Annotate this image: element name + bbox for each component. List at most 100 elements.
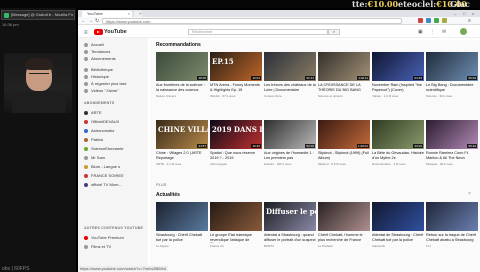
- youtube-logo-icon[interactable]: [94, 29, 103, 35]
- reload-icon[interactable]: ↻: [95, 18, 99, 24]
- video-title[interactable]: November Rain (Inspired "the Papercut") …: [372, 83, 424, 93]
- video-title[interactable]: Aux frontières de la science : la naissa…: [156, 83, 208, 93]
- maximize-icon[interactable]: □: [463, 11, 465, 16]
- upload-icon[interactable]: ▣: [418, 29, 423, 35]
- sidebar-item-history[interactable]: Historique: [84, 74, 109, 80]
- video-thumbnail[interactable]: 1:02:11: [318, 52, 370, 81]
- video-thumbnail[interactable]: 48:08: [156, 52, 208, 81]
- video-thumbnail[interactable]: 52:14: [264, 52, 316, 81]
- sidebar-sub-item[interactable]: Mr Sam: [84, 155, 105, 161]
- sidebar-sub-item[interactable]: officiel TV Mom...: [84, 182, 122, 188]
- video-thumbnail[interactable]: [426, 202, 478, 231]
- video-meta[interactable]: Science et univers: [318, 94, 370, 98]
- video-title[interactable]: Chérif Chekatt, l'homme le plus recherch…: [318, 233, 370, 243]
- video-thumbnail[interactable]: 05:34: [426, 120, 478, 149]
- video-thumbnail[interactable]: [210, 202, 262, 231]
- video-meta[interactable]: Slipknot · 8,6 M vues: [318, 162, 370, 166]
- show-more-link[interactable]: PLUS: [156, 182, 166, 187]
- sidebar-item-movies[interactable]: Films et TV: [84, 244, 111, 250]
- sidebar-item-liked[interactable]: Vidéos "J'aime": [84, 88, 119, 94]
- video-thumbnail[interactable]: [156, 202, 208, 231]
- sidebar-sub-item[interactable]: FRANCE SOIREE: [84, 173, 124, 179]
- video-meta[interactable]: BFMTV: [264, 244, 316, 248]
- close-window-icon[interactable]: ×: [472, 11, 474, 16]
- video-thumbnail[interactable]: 43:02: [372, 120, 424, 149]
- notifications-icon[interactable]: ✉: [442, 29, 446, 35]
- search-input[interactable]: Rechercher: [188, 29, 328, 35]
- extension-icon[interactable]: [418, 18, 423, 23]
- donation-ticker: tte:€10.00: [352, 0, 399, 9]
- sidebar-item-premium[interactable]: YouTube Premium: [84, 235, 124, 241]
- video-thumbnail[interactable]: [372, 202, 424, 231]
- video-meta[interactable]: France 24: [210, 244, 262, 248]
- video-thumbnail[interactable]: 1:00:01: [318, 120, 370, 149]
- sidebar-item-library[interactable]: Bibliothèque: [84, 67, 113, 73]
- video-meta[interactable]: Le Parisien: [318, 244, 370, 248]
- video-title[interactable]: Les trésors des châteaux de la Loire | D…: [264, 83, 316, 93]
- video-title[interactable]: Attentat à Strasbourg : quand diffuser l…: [264, 233, 316, 243]
- video-thumbnail[interactable]: EP.15 12:01: [210, 52, 262, 81]
- apps-icon[interactable]: ⋮: [430, 29, 435, 35]
- video-meta[interactable]: Le Figaro: [156, 244, 208, 248]
- sidebar-item-subscriptions[interactable]: Abonnements: [84, 56, 116, 62]
- video-thumbnail[interactable]: Diffuser le portrait ?: [264, 202, 316, 231]
- url-bar[interactable]: https://www.youtube.com: [102, 18, 402, 24]
- video-thumbnail[interactable]: [318, 202, 370, 231]
- video-meta[interactable]: Curieux Zone: [264, 94, 316, 98]
- video-duration: 1:00:01: [356, 144, 369, 148]
- video-meta[interactable]: Yahwe · 1,2 M vues: [372, 94, 424, 98]
- sidebar-sub-item[interactable]: ARTE: [84, 110, 102, 116]
- search-button[interactable]: ⌕: [328, 29, 340, 35]
- youtube-wordmark[interactable]: YouTube: [104, 29, 127, 35]
- sidebar-sub-item[interactable]: OfficielDEVAUX: [84, 119, 119, 125]
- video-title[interactable]: Slipknot - Slipknot (1999) (Full Album): [318, 151, 370, 161]
- sidebar-sub-item[interactable]: Astronomatiz: [84, 128, 114, 134]
- extension-icon[interactable]: [426, 18, 431, 23]
- video-title[interactable]: LA CROISSANCE DE LA THÉORIE DU BIG BANG: [318, 83, 370, 93]
- hamburger-menu-icon[interactable]: ≡: [84, 30, 88, 36]
- back-icon[interactable]: ←: [81, 18, 86, 24]
- video-title[interactable]: Le Big Bang : Documentaire scientifique: [426, 83, 478, 93]
- video-title[interactable]: Retour sur la traque de Chérif Chekatt a…: [426, 233, 478, 243]
- sidebar-item-home[interactable]: Accueil: [84, 42, 104, 48]
- video-title[interactable]: Ronnie Ramirez Conn Ft. Marilou & All Th…: [426, 151, 478, 161]
- video-meta[interactable]: Documentaire · 1 M vues: [372, 162, 424, 166]
- sidebar-sub-item[interactable]: Blum - Langue s: [84, 164, 120, 170]
- video-duration: 50:09: [467, 76, 477, 80]
- extension-icon[interactable]: [434, 18, 439, 23]
- video-title[interactable]: Spatial : Que nous réserve 2019 ? - 2019: [210, 151, 262, 161]
- video-meta[interactable]: ARTE · 2,1 M vues: [156, 162, 208, 166]
- close-icon[interactable]: ×: [468, 191, 471, 197]
- menu-icon[interactable]: ≡: [468, 18, 471, 24]
- video-title[interactable]: Strasbourg : Chérif Chekatt tué par la p…: [156, 233, 208, 243]
- video-meta[interactable]: Astronogeek: [210, 162, 262, 166]
- video-title[interactable]: La Bête du Gévaudan, Histoire d'un Mythe…: [372, 151, 424, 161]
- avatar[interactable]: [460, 28, 467, 35]
- minimize-icon[interactable]: –: [454, 11, 456, 16]
- taskbar-window-button[interactable]: [Message] @ Gratuit.fr - Mozilla Firefox: [1, 10, 75, 20]
- sidebar-sub-item[interactable]: ScienceEtonnante: [84, 146, 123, 152]
- video-title[interactable]: Aux origines de l'humanité 1 : Les premi…: [264, 151, 316, 161]
- video-meta[interactable]: Nature Univers: [156, 94, 208, 98]
- video-meta[interactable]: LCI: [426, 244, 478, 248]
- sidebar-item-watch-later[interactable]: À regarder plus tard: [84, 81, 126, 87]
- forward-icon[interactable]: →: [88, 18, 93, 24]
- video-thumbnail[interactable]: 04:45: [372, 52, 424, 81]
- video-meta[interactable]: Histoire · 420 k vues: [264, 162, 316, 166]
- video-meta[interactable]: franceinfo: [372, 244, 424, 248]
- video-title[interactable]: Attentat de Strasbourg : Chérif Chekatt …: [372, 233, 424, 243]
- video-thumbnail[interactable]: CHINE VILLAGES 2.0 24:57: [156, 120, 208, 149]
- video-thumbnail[interactable]: 50:09: [426, 52, 478, 81]
- video-title[interactable]: Chine : Villages 2.0 | ARTE Reportage: [156, 151, 208, 161]
- sidebar-item-trending[interactable]: Tendances: [84, 49, 110, 55]
- video-meta[interactable]: Science · 30 k vues: [426, 94, 478, 98]
- video-title[interactable]: Le groupe État islamique revendique l'at…: [210, 233, 262, 243]
- video-thumbnail[interactable]: 52:00: [264, 120, 316, 149]
- video-meta[interactable]: Wimbix · 67 k vues: [210, 94, 262, 98]
- video-title[interactable]: MTN Arena - Funny Moments & Highlights E…: [210, 83, 262, 93]
- extension-icon[interactable]: [442, 18, 447, 23]
- sidebar-sub-item[interactable]: Patrick: [84, 137, 103, 143]
- video-thumbnail[interactable]: 2019 DANS L'ESPACE 16:32: [210, 120, 262, 149]
- video-meta[interactable]: Musique · 90 k vues: [426, 162, 478, 166]
- close-tab-icon[interactable]: ×: [128, 11, 130, 16]
